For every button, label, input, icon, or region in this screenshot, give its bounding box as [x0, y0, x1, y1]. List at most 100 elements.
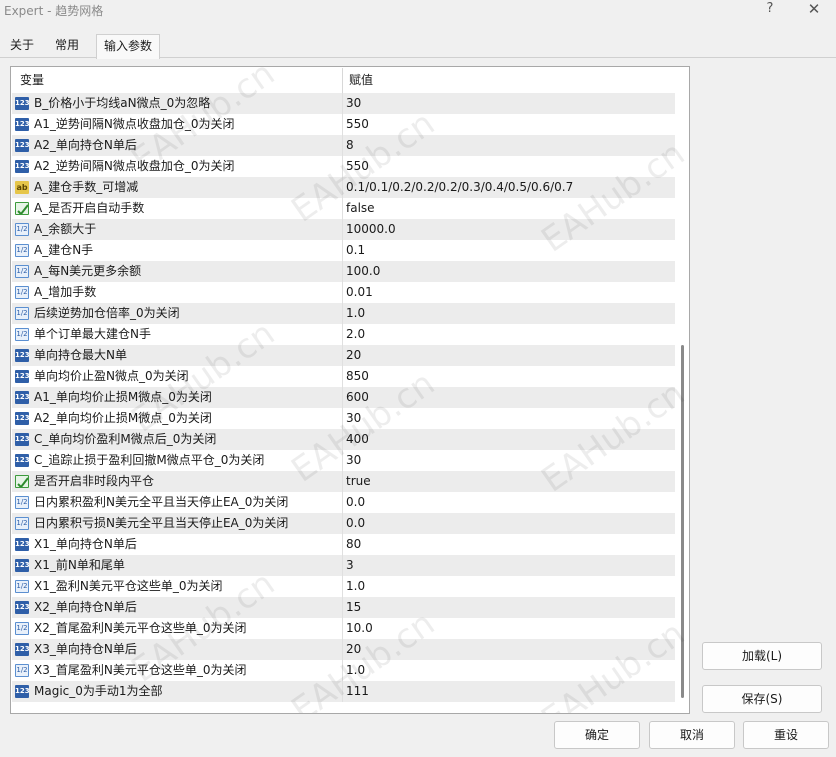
parameter-value[interactable]: 0.1	[346, 240, 365, 261]
save-button[interactable]: 保存(S)	[702, 685, 822, 713]
table-row[interactable]: 123 C_追踪止损于盈利回撤M微点平仓_0为关闭 30	[12, 450, 675, 471]
table-row[interactable]: 1/2 X2_首尾盈利N美元平仓这些单_0为关闭 10.0	[12, 618, 675, 639]
column-divider	[342, 135, 343, 156]
parameter-value[interactable]: 1.0	[346, 660, 365, 681]
table-row[interactable]: 123 A2_单向持仓N单后 8	[12, 135, 675, 156]
table-row[interactable]: 123 A1_逆势间隔N微点收盘加仓_0为关闭 550	[12, 114, 675, 135]
close-button[interactable]: ✕	[800, 0, 828, 20]
table-row[interactable]: A_是否开启自动手数 false	[12, 198, 675, 219]
parameter-value[interactable]: 600	[346, 387, 369, 408]
scrollbar-thumb[interactable]	[681, 345, 684, 698]
parameter-value[interactable]: 20	[346, 639, 361, 660]
table-row[interactable]: 123 X2_单向持仓N单后 15	[12, 597, 675, 618]
column-divider[interactable]	[342, 68, 343, 93]
table-row[interactable]: 123 B_价格小于均线aN微点_0为忽略 30	[12, 93, 675, 114]
table-row[interactable]: 1/2 X1_盈利N美元平仓这些单_0为关闭 1.0	[12, 576, 675, 597]
parameter-value[interactable]: true	[346, 471, 371, 492]
help-button[interactable]: ?	[756, 0, 784, 20]
integer-type-icon: 123	[15, 139, 29, 152]
column-divider	[342, 345, 343, 366]
table-row[interactable]: 123 X1_前N单和尾单 3	[12, 555, 675, 576]
integer-type-icon: 123	[15, 391, 29, 404]
table-row[interactable]: 123 A1_单向均价止损M微点_0为关闭 600	[12, 387, 675, 408]
parameter-value[interactable]: 0.1/0.1/0.2/0.2/0.2/0.3/0.4/0.5/0.6/0.7	[346, 177, 573, 198]
parameter-value[interactable]: 2.0	[346, 324, 365, 345]
table-row[interactable]: ab A_建仓手数_可增减 0.1/0.1/0.2/0.2/0.2/0.3/0.4/…	[12, 177, 675, 198]
parameter-name: A_建仓手数_可增减	[34, 180, 139, 194]
parameter-rows: 123 B_价格小于均线aN微点_0为忽略 30 123 A1_逆势间隔N微点收盘加仓_…	[12, 93, 675, 702]
parameter-value[interactable]: 0.01	[346, 282, 373, 303]
table-row[interactable]: 1/2 日内累积亏损N美元全平且当天停止EA_0为关闭 0.0	[12, 513, 675, 534]
parameter-value[interactable]: 10.0	[346, 618, 373, 639]
integer-type-icon: 123	[15, 349, 29, 362]
cancel-button[interactable]: 取消	[649, 721, 735, 749]
parameter-name: 单向均价止盈N微点_0为关闭	[34, 369, 189, 383]
table-row[interactable]: 123 Magic_0为手动1为全部 111	[12, 681, 675, 702]
parameter-value[interactable]: 1.0	[346, 303, 365, 324]
table-row[interactable]: 1/2 A_每N美元更多余额 100.0	[12, 261, 675, 282]
parameter-name: Magic_0为手动1为全部	[34, 684, 163, 698]
load-button[interactable]: 加载(L)	[702, 642, 822, 670]
parameter-value[interactable]: 0.0	[346, 513, 365, 534]
parameter-value[interactable]: false	[346, 198, 375, 219]
double-type-icon: 1/2	[15, 265, 29, 278]
integer-type-icon: 123	[15, 685, 29, 698]
table-row[interactable]: 123 单向持仓最大N单 20	[12, 345, 675, 366]
parameter-name: 单向持仓最大N单	[34, 348, 127, 362]
parameter-value[interactable]: 100.0	[346, 261, 380, 282]
parameter-value[interactable]: 1.0	[346, 576, 365, 597]
table-row[interactable]: 是否开启非时段内平仓 true	[12, 471, 675, 492]
table-row[interactable]: 123 单向均价止盈N微点_0为关闭 850	[12, 366, 675, 387]
table-row[interactable]: 123 A2_逆势间隔N微点收盘加仓_0为关闭 550	[12, 156, 675, 177]
parameter-value[interactable]: 30	[346, 450, 361, 471]
parameter-name: A_建仓N手	[34, 243, 94, 257]
column-header-variable[interactable]: 变量	[20, 68, 44, 93]
parameter-value[interactable]: 20	[346, 345, 361, 366]
parameter-value[interactable]: 8	[346, 135, 354, 156]
table-row[interactable]: 123 X3_单向持仓N单后 20	[12, 639, 675, 660]
column-divider	[342, 681, 343, 702]
parameter-value[interactable]: 30	[346, 93, 361, 114]
integer-type-icon: 123	[15, 433, 29, 446]
table-row[interactable]: 1/2 后续逆势加仓倍率_0为关闭 1.0	[12, 303, 675, 324]
reset-button[interactable]: 重设	[743, 721, 829, 749]
table-row[interactable]: 123 C_单向均价盈利M微点后_0为关闭 400	[12, 429, 675, 450]
parameter-value[interactable]: 0.0	[346, 492, 365, 513]
table-row[interactable]: 1/2 A_增加手数 0.01	[12, 282, 675, 303]
parameter-value[interactable]: 550	[346, 114, 369, 135]
double-type-icon: 1/2	[15, 580, 29, 593]
parameter-value[interactable]: 15	[346, 597, 361, 618]
column-divider	[342, 177, 343, 198]
parameter-value[interactable]: 80	[346, 534, 361, 555]
tab-common[interactable]: 常用	[46, 34, 88, 57]
ok-button[interactable]: 确定	[554, 721, 640, 749]
double-type-icon: 1/2	[15, 307, 29, 320]
parameter-name: A2_单向持仓N单后	[34, 138, 137, 152]
parameter-name: A1_单向均价止损M微点_0为关闭	[34, 390, 212, 404]
table-row[interactable]: 123 X1_单向持仓N单后 80	[12, 534, 675, 555]
parameter-value[interactable]: 30	[346, 408, 361, 429]
table-row[interactable]: 1/2 A_余额大于 10000.0	[12, 219, 675, 240]
parameter-value[interactable]: 400	[346, 429, 369, 450]
column-header-value[interactable]: 赋值	[349, 68, 373, 93]
column-divider	[342, 282, 343, 303]
table-row[interactable]: 1/2 A_建仓N手 0.1	[12, 240, 675, 261]
parameter-value[interactable]: 111	[346, 681, 369, 702]
column-divider	[342, 618, 343, 639]
table-row[interactable]: 123 A2_单向均价止损M微点_0为关闭 30	[12, 408, 675, 429]
column-divider	[342, 198, 343, 219]
parameter-value[interactable]: 850	[346, 366, 369, 387]
tab-about[interactable]: 关于	[0, 34, 44, 57]
parameter-value[interactable]: 3	[346, 555, 354, 576]
parameter-value[interactable]: 550	[346, 156, 369, 177]
table-row[interactable]: 1/2 日内累积盈利N美元全平且当天停止EA_0为关闭 0.0	[12, 492, 675, 513]
parameter-value[interactable]: 10000.0	[346, 219, 396, 240]
tab-bar: 关于 常用 输入参数	[0, 34, 836, 59]
tab-inputs[interactable]: 输入参数	[96, 34, 160, 59]
table-row[interactable]: 1/2 X3_首尾盈利N美元平仓这些单_0为关闭 1.0	[12, 660, 675, 681]
double-type-icon: 1/2	[15, 223, 29, 236]
table-row[interactable]: 1/2 单个订单最大建仓N手 2.0	[12, 324, 675, 345]
integer-type-icon: 123	[15, 370, 29, 383]
column-divider	[342, 429, 343, 450]
vertical-scrollbar[interactable]	[677, 68, 688, 712]
